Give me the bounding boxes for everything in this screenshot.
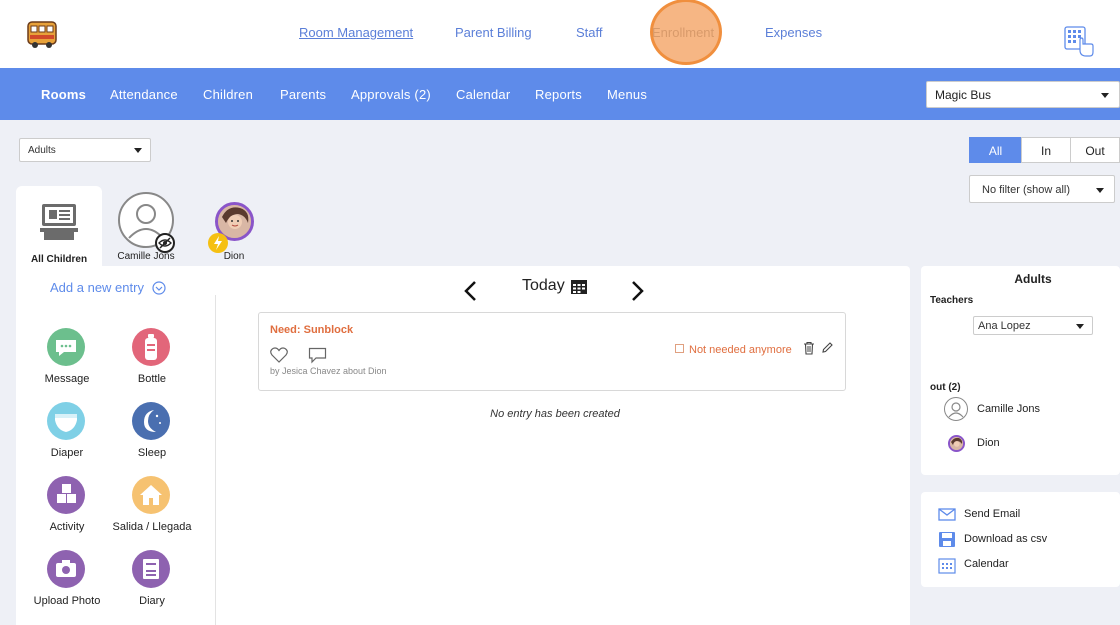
nav-staff[interactable]: Staff [576, 25, 603, 40]
calendar-icon[interactable] [938, 557, 956, 574]
kid-name-camille: Camille Jons [117, 251, 175, 262]
status-filter-value: No filter (show all) [982, 184, 1071, 196]
entry-byline: by Jesica Chavez about Dion [270, 366, 387, 376]
bus-logo-icon[interactable] [26, 19, 58, 49]
activity-label-salida: Salida / Llegada [112, 521, 192, 533]
classroom-icon [40, 204, 78, 240]
segment-out[interactable]: Out [1070, 137, 1120, 163]
chevron-down-icon [1076, 324, 1084, 329]
top-bar: Room Management Parent Billing Staff Enr… [0, 0, 1120, 68]
tab-rooms[interactable]: Rooms [41, 87, 86, 102]
kid-name-dion: Dion [223, 251, 245, 262]
not-needed-checkbox[interactable] [675, 344, 684, 353]
activity-label-bottle: Bottle [137, 373, 167, 385]
out-person-dion[interactable]: Dion [977, 437, 1000, 449]
chevron-down-icon [1101, 93, 1109, 98]
chevron-down-icon [1096, 188, 1104, 193]
activity-label-diaper: Diaper [50, 447, 84, 459]
group-select[interactable]: Adults [19, 138, 151, 162]
activity-label-activity: Activity [49, 521, 85, 533]
tab-attendance[interactable]: Attendance [110, 87, 178, 102]
not-needed-label: Not needed anymore [689, 344, 792, 356]
out-person-camille[interactable]: Camille Jons [977, 403, 1040, 415]
chevron-right-icon[interactable] [629, 280, 645, 302]
bottle-icon[interactable] [132, 328, 170, 366]
eye-off-icon [155, 233, 175, 253]
date-label: Today [522, 277, 565, 294]
activity-label-message: Message [44, 373, 90, 385]
segment-in[interactable]: In [1021, 137, 1071, 163]
school-select[interactable]: Magic Bus [926, 81, 1120, 108]
teachers-label: Teachers [930, 295, 974, 306]
camera-icon[interactable] [47, 550, 85, 588]
teacher-select[interactable]: Ana Lopez [973, 316, 1093, 335]
tab-approvals[interactable]: Approvals (2) [351, 87, 431, 102]
tab-parents[interactable]: Parents [280, 87, 326, 102]
school-select-value: Magic Bus [935, 88, 992, 102]
tab-children[interactable]: Children [203, 87, 253, 102]
add-entry-button[interactable]: Add a new entry [50, 280, 166, 295]
segment-all[interactable]: All [969, 137, 1022, 163]
nav-room-management[interactable]: Room Management [299, 25, 413, 40]
comment-icon[interactable] [308, 347, 327, 364]
chevron-down-circle-icon [151, 281, 166, 295]
activity-label-sleep: Sleep [137, 447, 167, 459]
add-entry-label: Add a new entry [50, 280, 144, 295]
house-icon[interactable] [132, 476, 170, 514]
chevron-down-icon [134, 148, 142, 153]
lightning-icon [208, 233, 228, 253]
email-icon[interactable] [938, 508, 956, 521]
entry-title: Need: Sunblock [270, 324, 354, 336]
main-nav: Rooms Attendance Children Parents Approv… [0, 68, 1120, 120]
status-filter-select[interactable]: No filter (show all) [969, 175, 1115, 203]
tab-reports[interactable]: Reports [535, 87, 582, 102]
diary-icon[interactable] [132, 550, 170, 588]
keypad-checkin-icon[interactable] [1064, 26, 1094, 58]
teacher-select-value: Ana Lopez [978, 320, 1031, 332]
send-email-button[interactable]: Send Email [964, 508, 1020, 520]
divider [215, 295, 216, 625]
chevron-left-icon[interactable] [463, 280, 479, 302]
nav-enrollment[interactable]: Enrollment [652, 25, 714, 40]
calendar-button[interactable]: Calendar [964, 558, 1009, 570]
edit-pencil-icon[interactable] [821, 341, 834, 354]
message-icon[interactable] [47, 328, 85, 366]
nav-parent-billing[interactable]: Parent Billing [455, 25, 532, 40]
tab-menus[interactable]: Menus [607, 87, 647, 102]
activity-label-upload-photo: Upload Photo [33, 595, 101, 607]
nav-expenses[interactable]: Expenses [765, 25, 822, 40]
blocks-icon[interactable] [47, 476, 85, 514]
out-count-label: out (2) [930, 382, 961, 393]
download-csv-button[interactable]: Download as csv [964, 533, 1047, 545]
calendar-picker-icon[interactable] [570, 278, 588, 295]
trash-icon[interactable] [803, 341, 815, 355]
adults-panel-title: Adults [1014, 272, 1052, 286]
avatar-dion-small[interactable] [948, 435, 965, 452]
person-icon[interactable] [944, 397, 968, 421]
tab-calendar[interactable]: Calendar [456, 87, 510, 102]
activity-label-diary: Diary [139, 595, 165, 607]
heart-icon[interactable] [270, 347, 288, 363]
group-select-value: Adults [28, 145, 56, 156]
save-icon[interactable] [938, 531, 956, 548]
tab-all-children-label: All Children [30, 254, 88, 265]
